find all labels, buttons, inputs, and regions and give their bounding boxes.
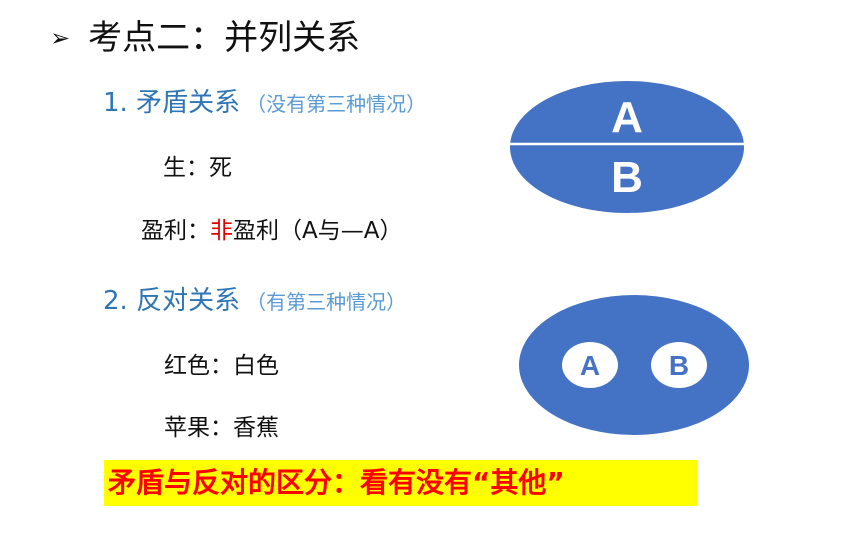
label-a: A	[580, 350, 600, 381]
contrary-diagram: A B	[519, 295, 749, 435]
label-a: A	[611, 93, 643, 142]
label-b: B	[611, 153, 643, 202]
diagram-canvas: A B A B	[510, 81, 749, 435]
contrary-ellipse	[519, 295, 749, 435]
contradictory-diagram: A B	[510, 81, 744, 213]
label-b: B	[669, 350, 689, 381]
